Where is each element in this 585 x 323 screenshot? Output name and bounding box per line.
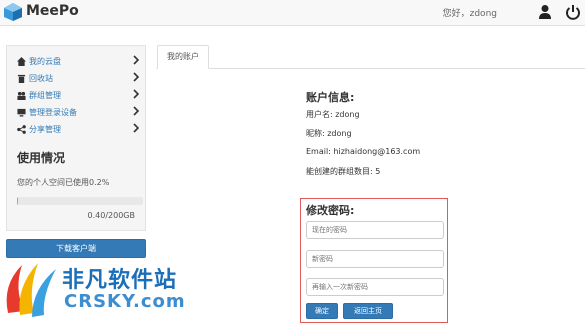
account-email: Email: hizhaidong@163.com [306, 147, 421, 156]
sidebar-item-label: 回收站 [29, 73, 53, 83]
confirm-password-input[interactable] [306, 278, 444, 296]
back-home-button[interactable]: 返回主页 [343, 303, 393, 319]
watermark-chinese-text: 非凡软件站 [62, 268, 178, 293]
storage-progress-bar [17, 197, 143, 205]
sidebar-item-share[interactable]: 分享管理 [17, 122, 143, 136]
storage-progress-fill [17, 197, 18, 205]
sidebar-item-groups[interactable]: 群组管理 [17, 88, 143, 102]
sidebar-item-my-cloud[interactable]: 我的云盘 [17, 54, 143, 68]
meepo-logo-icon[interactable] [3, 2, 23, 22]
current-password-input[interactable] [306, 221, 444, 239]
power-icon[interactable] [565, 4, 581, 20]
change-password-title: 修改密码: [306, 204, 355, 217]
sidebar-item-label: 分享管理 [29, 124, 61, 134]
share-icon [17, 124, 26, 134]
user-icon[interactable] [538, 4, 552, 20]
chevron-right-icon [133, 123, 139, 133]
chevron-right-icon [133, 89, 139, 99]
sidebar-item-recycle-bin[interactable]: 回收站 [17, 71, 143, 85]
user-greeting: 您好，zdong [442, 9, 497, 19]
home-icon [17, 56, 26, 66]
group-icon [17, 91, 26, 100]
trash-icon [17, 74, 26, 83]
chevron-right-icon [133, 106, 139, 116]
tab-divider [156, 68, 585, 69]
sidebar-item-label: 群组管理 [29, 90, 61, 100]
usage-description: 您的个人空间已使用0.2% [17, 178, 110, 187]
account-group-limit: 能创建的群组数目: 5 [306, 167, 381, 176]
monitor-icon [17, 108, 26, 117]
crsky-watermark-logo-icon [6, 263, 56, 317]
top-navbar: MeePo 您好，zdong [0, 0, 585, 26]
usage-title: 使用情况 [17, 151, 66, 165]
sidebar-item-label: 我的云盘 [29, 56, 61, 66]
account-nickname: 昵称: zdong [306, 129, 352, 138]
new-password-input[interactable] [306, 250, 444, 268]
usage-amount: 0.40/200GB [87, 211, 135, 220]
watermark-english-text: CRSKY.com [64, 291, 186, 312]
sidebar-panel: 我的云盘 回收站 群组管理 管理登录设备 分享管理 使用情况 您的个人空间已使用… [6, 45, 146, 231]
confirm-button[interactable]: 确定 [306, 303, 338, 319]
brand-name[interactable]: MeePo [26, 3, 79, 19]
account-username: 用户名: zdong [306, 110, 360, 119]
chevron-right-icon [133, 72, 139, 82]
sidebar-item-label: 管理登录设备 [29, 107, 77, 117]
sidebar-item-devices[interactable]: 管理登录设备 [17, 105, 143, 119]
tab-my-account[interactable]: 我的账户 [157, 45, 209, 69]
account-info-title: 账户信息: [306, 91, 355, 104]
chevron-right-icon [133, 55, 139, 65]
